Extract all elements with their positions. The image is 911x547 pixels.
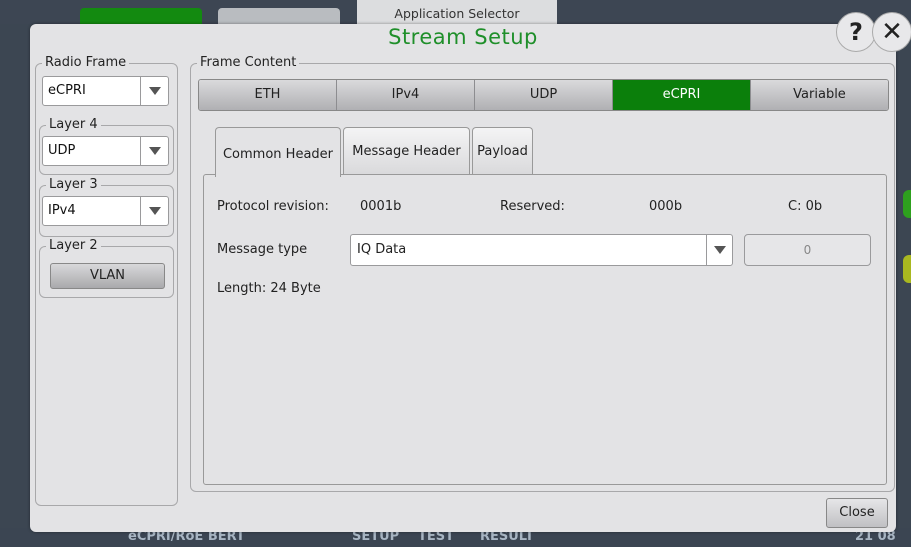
message-type-value: IQ Data bbox=[357, 242, 407, 257]
tab-message-header[interactable]: Message Header bbox=[343, 127, 470, 175]
radio-frame-group: Radio Frame eCPRI Layer 4 UDP Layer 3 IP… bbox=[35, 56, 178, 506]
protocol-revision-label: Protocol revision: bbox=[217, 199, 329, 214]
message-type-number[interactable]: 0 bbox=[744, 234, 871, 266]
tab-ipv4[interactable]: IPv4 bbox=[337, 80, 475, 110]
tab-payload[interactable]: Payload bbox=[472, 127, 533, 175]
layer4-group: Layer 4 UDP bbox=[39, 118, 174, 175]
protocol-tabs: ETH IPv4 UDP eCPRI Variable bbox=[198, 79, 889, 111]
layer3-label: Layer 3 bbox=[46, 178, 101, 192]
background-status-indicator-green bbox=[903, 190, 911, 218]
radio-frame-select[interactable]: eCPRI bbox=[42, 76, 169, 106]
layer4-label: Layer 4 bbox=[46, 118, 101, 132]
chevron-down-icon bbox=[140, 137, 168, 165]
radio-frame-label: Radio Frame bbox=[42, 56, 130, 70]
help-button[interactable]: ? bbox=[836, 12, 876, 52]
tab-variable[interactable]: Variable bbox=[751, 80, 888, 110]
length-text: Length: 24 Byte bbox=[217, 281, 321, 296]
c-bit-value: C: 0b bbox=[788, 199, 823, 214]
vlan-button[interactable]: VLAN bbox=[50, 263, 165, 289]
dialog-title: Stream Setup bbox=[388, 25, 538, 49]
close-button[interactable]: Close bbox=[826, 498, 888, 528]
chevron-down-icon bbox=[140, 197, 168, 225]
tab-udp[interactable]: UDP bbox=[475, 80, 613, 110]
close-x-button[interactable]: ✕ bbox=[872, 12, 911, 52]
stream-setup-dialog: Stream Setup ? ✕ Radio Frame eCPRI Layer… bbox=[30, 12, 911, 532]
protocol-revision-value: 0001b bbox=[360, 199, 402, 214]
layer4-select[interactable]: UDP bbox=[42, 136, 169, 166]
layer3-value: IPv4 bbox=[48, 203, 76, 218]
chevron-down-icon bbox=[706, 235, 732, 265]
tab-eth[interactable]: ETH bbox=[199, 80, 337, 110]
reserved-label: Reserved: bbox=[500, 199, 565, 214]
common-header-panel bbox=[203, 174, 887, 485]
layer2-label: Layer 2 bbox=[46, 239, 101, 253]
message-type-select[interactable]: IQ Data bbox=[350, 234, 733, 266]
layer3-select[interactable]: IPv4 bbox=[42, 196, 169, 226]
background-status-indicator-yellow bbox=[903, 255, 911, 283]
layer4-value: UDP bbox=[48, 143, 76, 158]
frame-content-label: Frame Content bbox=[197, 56, 300, 70]
tab-ecpri[interactable]: eCPRI bbox=[613, 80, 751, 110]
layer2-group: Layer 2 VLAN bbox=[39, 239, 174, 298]
message-type-label: Message type bbox=[217, 242, 308, 257]
radio-frame-value: eCPRI bbox=[48, 83, 86, 98]
tab-common-header[interactable]: Common Header bbox=[215, 127, 341, 177]
layer3-group: Layer 3 IPv4 bbox=[39, 178, 174, 237]
reserved-value: 000b bbox=[649, 199, 683, 214]
chevron-down-icon bbox=[140, 77, 168, 105]
